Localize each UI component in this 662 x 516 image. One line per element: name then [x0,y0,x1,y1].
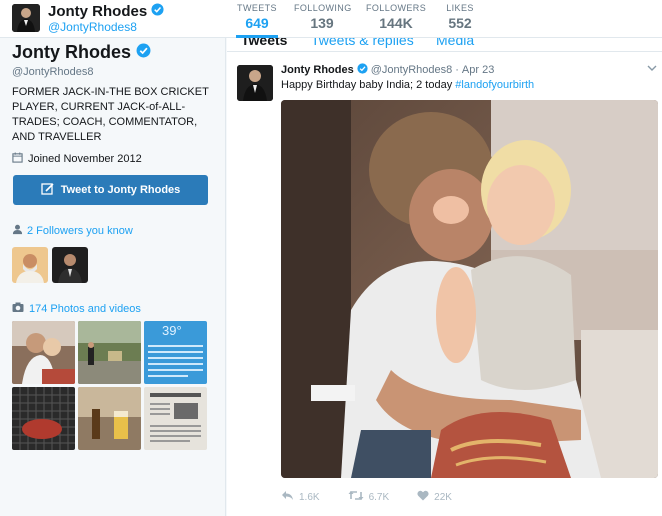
stat-value: 649 [245,15,269,31]
tweet-card[interactable]: Jonty Rhodes @JontyRhodes8 · Apr 23 Happ… [227,53,662,516]
chevron-down-icon[interactable] [647,63,657,75]
follower-avatar[interactable] [52,247,88,283]
stat-tweets[interactable]: TWEETS 649 [236,0,278,38]
profile-nav-bar: Jonty Rhodes @JontyRhodes8 TWEETS 649 FO… [0,0,662,38]
tweet-to-button[interactable]: Tweet to Jonty Rhodes [13,175,208,205]
stat-label: FOLLOWING [294,3,352,13]
tweet-header: Jonty Rhodes @JontyRhodes8 · Apr 23 [281,63,494,77]
followers-you-know-link[interactable]: 2 Followers you know [12,224,133,238]
heart-icon [417,490,429,504]
reply-button[interactable]: 1.6K [281,490,320,504]
stat-following[interactable]: FOLLOWING 139 [294,0,352,38]
profile-sidebar: Jonty Rhodes @JontyRhodes8 FORMER JACK-I… [0,38,226,516]
person-icon [12,224,23,238]
reply-count: 1.6K [299,491,320,503]
like-count: 22K [434,491,452,503]
stat-label: LIKES [446,3,474,13]
followers-you-know-text: 2 Followers you know [27,225,133,237]
profile-avatar-small[interactable] [12,4,40,32]
stat-value: 552 [448,15,472,31]
svg-text:39°: 39° [162,323,182,338]
photo-thumbnail[interactable] [12,387,75,450]
like-button[interactable]: 22K [417,490,452,504]
photos-videos-text: 174 Photos and videos [29,303,141,315]
profile-name-header[interactable]: Jonty Rhodes [48,3,164,20]
photo-thumbnail[interactable] [78,387,141,450]
stat-likes[interactable]: LIKES 552 [442,0,478,38]
photo-thumbnail[interactable] [144,387,207,450]
tweet-actions: 1.6K 6.7K 22K [281,488,480,506]
tweet-author-name[interactable]: Jonty Rhodes [281,64,354,76]
camera-icon [12,302,24,316]
calendar-icon [12,152,23,166]
photo-thumbnail[interactable] [12,321,75,384]
profile-name[interactable]: Jonty Rhodes [12,42,151,63]
retweet-icon [348,490,364,504]
profile-handle-header[interactable]: @JontyRhodes8 [48,20,137,34]
tweet-separator: · [455,64,459,76]
tweet-photo[interactable] [281,100,658,478]
verified-badge-icon [136,42,151,63]
tweet-author-avatar[interactable] [237,65,273,101]
follower-avatar[interactable] [12,247,48,283]
hashtag-link[interactable]: #landofyourbirth [455,79,534,91]
tweet-text: Happy Birthday baby India; 2 today #land… [281,79,534,91]
profile-handle[interactable]: @JontyRhodes8 [12,66,94,78]
timeline: Tweets Tweets & replies Media Jonty Rhod… [227,38,662,516]
stat-followers[interactable]: FOLLOWERS 144K [366,0,426,38]
stat-value: 144K [379,15,413,31]
verified-badge-icon [357,63,368,77]
stat-value: 139 [310,15,334,31]
timeline-tabs: Tweets Tweets & replies Media [227,38,662,52]
retweet-button[interactable]: 6.7K [348,490,390,504]
joined-text: Joined November 2012 [28,153,142,165]
compose-icon [41,182,55,199]
profile-bio: FORMER JACK-IN-THE BOX CRICKET PLAYER, C… [12,86,209,143]
tweet-to-label: Tweet to Jonty Rhodes [60,184,181,196]
stat-label: FOLLOWERS [366,3,427,13]
photo-thumbnail[interactable]: 39° [144,321,207,384]
verified-badge-icon [151,3,164,20]
photos-videos-link[interactable]: 174 Photos and videos [12,302,141,316]
tweet-timestamp[interactable]: Apr 23 [462,64,494,76]
retweet-count: 6.7K [368,491,390,503]
stat-label: TWEETS [237,3,277,13]
tweet-author-handle[interactable]: @JontyRhodes8 [371,64,453,76]
tab-tweets[interactable]: Tweets [241,38,287,48]
profile-name-text: Jonty Rhodes [12,42,132,62]
photo-thumbnail[interactable] [78,321,141,384]
profile-name-text: Jonty Rhodes [48,3,148,20]
reply-icon [281,490,294,504]
tab-media[interactable]: Media [436,38,474,48]
tab-tweets-replies[interactable]: Tweets & replies [311,38,414,48]
tweet-body: Happy Birthday baby India; 2 today [281,79,456,91]
joined-date: Joined November 2012 [12,152,142,166]
